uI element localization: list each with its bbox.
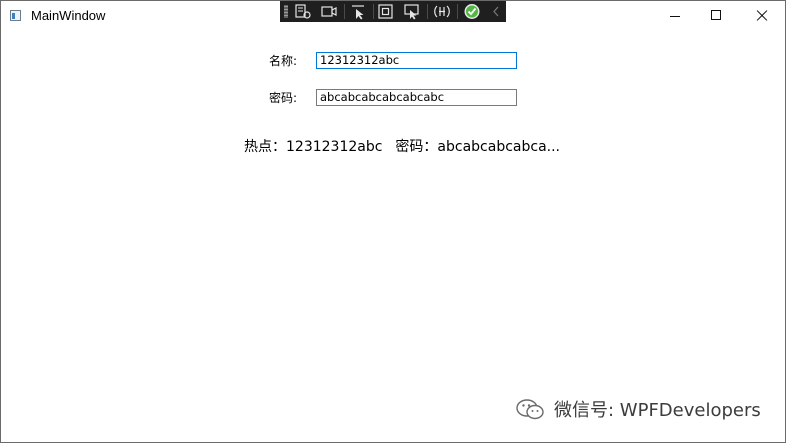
live-tree-icon[interactable] <box>294 3 312 20</box>
track-focus-icon[interactable] <box>403 3 421 20</box>
toolbar-separator <box>344 4 345 19</box>
hotspot-password-label: 密码： <box>395 139 438 155</box>
hotspot-name-value: 12312312abc <box>286 139 383 155</box>
window-title: MainWindow <box>31 8 106 23</box>
content-area: 名称: 12312312abc 密码: abcabcabcabcabcabc 热… <box>1 32 785 442</box>
binding-failures-icon[interactable] <box>433 3 451 20</box>
close-button[interactable] <box>739 1 785 31</box>
watermark-text: 微信号: WPFDevelopers <box>554 400 761 421</box>
display-layout-adorners-icon[interactable] <box>377 3 395 20</box>
toolbar-separator <box>457 4 458 19</box>
name-textbox[interactable]: 12312312abc <box>316 52 517 69</box>
collapse-icon[interactable] <box>488 3 506 20</box>
toolbar-separator <box>373 4 374 19</box>
password-textbox[interactable]: abcabcabcabcabcabc <box>316 89 517 106</box>
select-element-icon[interactable] <box>350 3 368 20</box>
hot-reload-ok-icon[interactable] <box>463 3 481 20</box>
app-window-icon <box>10 10 21 21</box>
maximize-button[interactable] <box>693 1 739 31</box>
toolbar-separator <box>427 4 428 19</box>
xaml-runtime-toolbar <box>280 1 506 22</box>
hotspot-label: 热点： <box>244 139 286 155</box>
watermark: 微信号: WPFDevelopers <box>514 396 761 422</box>
name-label: 名称: <box>269 54 298 68</box>
grip-icon[interactable] <box>284 5 288 18</box>
hotspot-summary: 热点：12312312abc 密码：abcabcabcabca... <box>244 136 560 156</box>
main-window: MainWindow 名称: 12312312abc 密码: abcabcabc… <box>0 0 786 443</box>
minimize-button[interactable] <box>652 1 698 31</box>
password-label: 密码: <box>269 91 298 105</box>
wechat-icon <box>516 399 544 420</box>
hotspot-password-value: abcabcabcabca... <box>437 139 561 155</box>
record-icon[interactable] <box>320 3 338 20</box>
